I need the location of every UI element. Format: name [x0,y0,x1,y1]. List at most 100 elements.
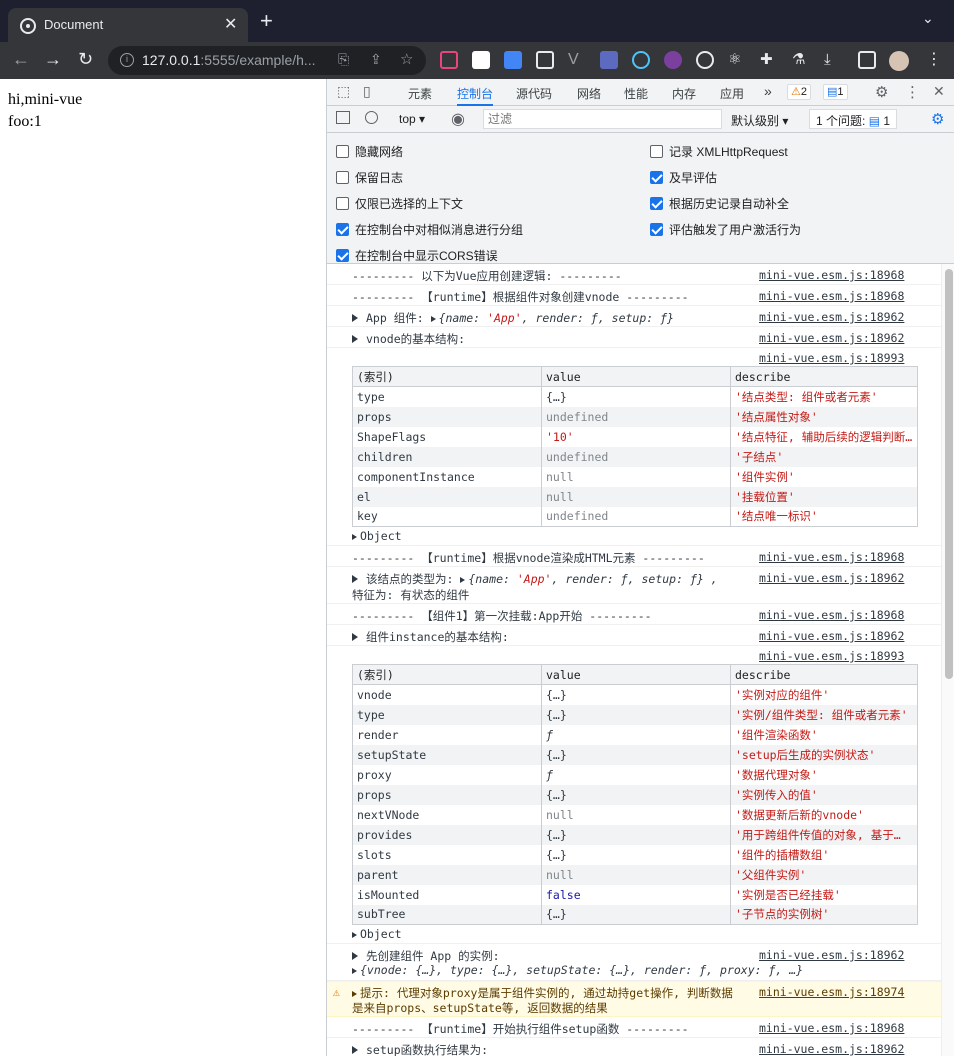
window-extension-icon[interactable] [536,51,554,69]
level-selector[interactable]: 默认级别 ▾ [731,112,788,129]
object-expander[interactable]: Object [352,529,402,543]
console-message[interactable]: 该结点的类型为: {name: 'App', render: ƒ, setup:… [327,567,941,604]
expand-triangle-icon[interactable] [352,314,358,322]
checkbox[interactable] [650,171,663,184]
scrollbar-thumb[interactable] [945,269,953,679]
messages-badge[interactable]: ▤1 [823,84,848,100]
translate-extension-icon[interactable] [504,51,522,69]
expand-triangle-icon[interactable] [352,1046,358,1054]
tab-memory[interactable]: 内存 [672,85,696,102]
more-tabs-button[interactable]: » [764,83,772,99]
setting-selected-context[interactable]: 仅限已选择的上下文 [336,195,463,212]
tab-network[interactable]: 网络 [577,85,601,102]
expand-triangle-icon[interactable] [352,991,357,997]
download-icon[interactable]: ⤓ [824,51,842,69]
kebab-menu-icon[interactable]: ⋮ [905,83,920,101]
source-link[interactable]: mini-vue.esm.js:18962 [759,310,904,324]
setting-group-similar[interactable]: 在控制台中对相似消息进行分组 [336,221,523,238]
setting-hide-network[interactable]: 隐藏网络 [336,143,403,160]
source-link[interactable]: mini-vue.esm.js:18962 [759,571,904,585]
gear-icon[interactable]: ⚙ [875,83,888,101]
expand-triangle-icon[interactable] [430,316,436,322]
eye-icon[interactable]: ◉ [451,109,465,129]
setting-eager-eval[interactable]: 及早评估 [650,169,717,186]
issues-button[interactable]: 1 个问题: ▤ 1 [809,109,898,129]
console-message[interactable]: setup函数执行结果为: mini-vue.esm.js:18962 [327,1038,941,1056]
device-toolbar-icon[interactable]: ▯ [363,83,371,100]
console-message[interactable]: 组件instance的基本结构: mini-vue.esm.js:18962 [327,625,941,646]
expand-triangle-icon[interactable] [352,968,357,974]
info-icon[interactable]: i [120,53,134,67]
bilibili-extension-icon[interactable] [440,51,458,69]
source-link[interactable]: mini-vue.esm.js:18993 [759,649,904,663]
console-settings-icon[interactable]: ⚙ [931,110,944,128]
source-link[interactable]: mini-vue.esm.js:18968 [759,550,904,564]
react-extension-icon[interactable] [632,51,650,69]
close-tab-icon[interactable]: ✕ [224,14,237,34]
profile-extension-icon[interactable] [664,51,682,69]
source-link[interactable]: mini-vue.esm.js:18993 [759,351,904,365]
checkbox[interactable] [650,145,663,158]
address-bar[interactable]: i 127.0.0.1:5555/example/h... ⎘ ⇪ ☆ [108,46,426,75]
console-message[interactable]: vnode的基本结构: mini-vue.esm.js:18962 [327,327,941,348]
compass-extension-icon[interactable] [696,51,714,69]
avatar[interactable] [889,51,909,71]
column-header[interactable]: (索引) [352,664,542,685]
tab-sources[interactable]: 源代码 [516,85,552,102]
source-link[interactable]: mini-vue.esm.js:18968 [759,608,904,622]
checkbox[interactable] [336,171,349,184]
checkbox[interactable] [650,223,663,236]
column-header[interactable]: (索引) [352,366,542,387]
source-link[interactable]: mini-vue.esm.js:18962 [759,1042,904,1056]
sidebar-toggle-icon[interactable] [336,111,350,124]
column-header[interactable]: value [541,366,731,387]
console-message[interactable]: 先创建组件 App 的实例: {vnode: {…}, type: {…}, s… [327,944,941,981]
source-link[interactable]: mini-vue.esm.js:18962 [759,629,904,643]
setting-preserve-log[interactable]: 保留日志 [336,169,403,186]
setting-autocomplete-history[interactable]: 根据历史记录自动补全 [650,195,789,212]
context-selector[interactable]: top ▾ [399,112,425,126]
console-warning[interactable]: ⚠ 提示: 代理对象proxy是属于组件实例的, 通过劫持get操作, 判断数据… [327,981,941,1017]
checklist-extension-icon[interactable] [600,51,618,69]
new-tab-button[interactable]: + [260,10,273,32]
expand-triangle-icon[interactable] [352,335,358,343]
expand-triangle-icon[interactable] [352,952,358,960]
console-message[interactable]: App 组件: {name: 'App', render: ƒ, setup: … [327,306,941,327]
tab-application[interactable]: 应用 [720,85,744,102]
star-icon[interactable]: ☆ [400,50,413,68]
setting-user-activation[interactable]: 评估触发了用户激活行为 [650,221,801,238]
setting-log-xhr[interactable]: 记录 XMLHttpRequest [650,143,788,160]
flask-icon[interactable]: ⚗ [792,51,810,69]
source-link[interactable]: mini-vue.esm.js:18974 [759,985,904,999]
checkbox[interactable] [336,197,349,210]
source-link[interactable]: mini-vue.esm.js:18962 [759,948,904,962]
checkbox[interactable] [650,197,663,210]
puzzle-extensions-icon[interactable]: ✚ [760,51,778,69]
inspect-icon[interactable]: ⬚ [337,83,350,100]
back-button[interactable]: ← [12,50,30,68]
tab-console[interactable]: 控制台 [457,85,494,106]
setting-show-cors[interactable]: 在控制台中显示CORS错误 [336,247,498,264]
column-header[interactable]: value [541,664,731,685]
translate-icon[interactable]: ⎘ [338,51,349,68]
share-icon[interactable]: ⇪ [370,51,382,68]
chevron-down-icon[interactable]: ⌄ [922,10,934,27]
vue-extension-icon[interactable]: V [568,51,586,69]
source-link[interactable]: mini-vue.esm.js:18968 [759,268,904,282]
column-header[interactable]: describe [730,664,918,685]
tab-elements[interactable]: 元素 [408,85,432,102]
object-expander[interactable]: Object [352,927,402,941]
checkbox[interactable] [336,223,349,236]
console-scrollbar[interactable] [941,264,954,1056]
expand-triangle-icon[interactable] [352,575,358,583]
side-panel-icon[interactable] [858,51,876,69]
column-header[interactable]: describe [730,366,918,387]
tab-performance[interactable]: 性能 [624,85,648,102]
atom-extension-icon[interactable]: ⚛ [728,51,746,69]
checkbox[interactable] [336,249,349,262]
filter-input[interactable] [483,109,722,129]
mask-extension-icon[interactable] [472,51,490,69]
kebab-menu-icon[interactable]: ⋮ [926,51,944,69]
expand-triangle-icon[interactable] [352,633,358,641]
checkbox[interactable] [336,145,349,158]
